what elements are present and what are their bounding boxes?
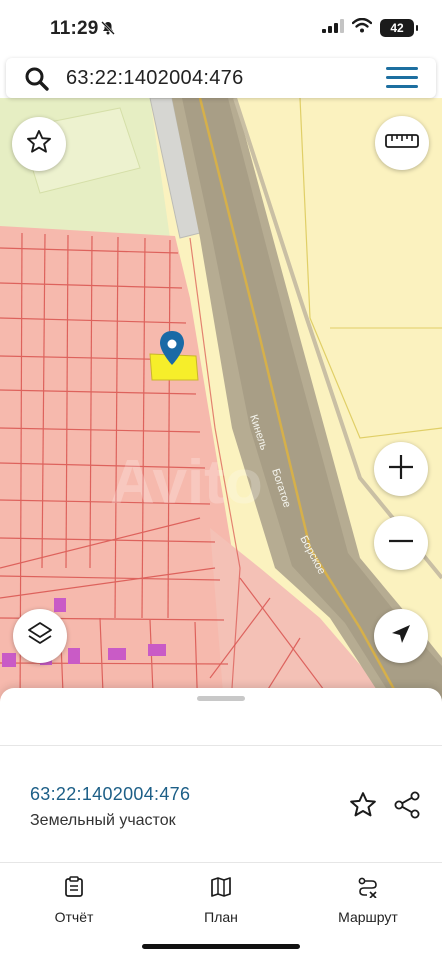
layers-icon: [26, 620, 54, 653]
sheet-divider: [0, 745, 442, 746]
layers-button[interactable]: [13, 609, 67, 663]
status-indicators: 42: [322, 17, 418, 38]
favorite-map-button[interactable]: [12, 117, 66, 171]
tab-plan[interactable]: План: [161, 876, 281, 927]
home-indicator[interactable]: [142, 944, 300, 949]
route-icon: [308, 876, 428, 903]
minus-icon: [386, 526, 416, 561]
signal-icon: [322, 18, 344, 38]
status-bar: 11:29 42: [0, 0, 442, 56]
tab-route-label: Маршрут: [338, 909, 398, 925]
status-time: 11:29: [50, 18, 99, 39]
bell-muted-icon: [100, 20, 116, 41]
zoom-in-button[interactable]: [374, 442, 428, 496]
share-button[interactable]: [392, 790, 422, 825]
watermark: Avito: [110, 448, 263, 517]
ruler-button[interactable]: [375, 116, 429, 170]
sheet-drag-handle[interactable]: [197, 696, 245, 701]
search-icon[interactable]: [24, 66, 50, 97]
search-bar[interactable]: 63:22:1402004:476: [6, 58, 436, 98]
tab-report[interactable]: Отчёт: [14, 876, 134, 927]
zoom-out-button[interactable]: [374, 516, 428, 570]
navigation-arrow-icon: [389, 622, 413, 651]
menu-icon[interactable]: [386, 67, 418, 94]
map-book-icon: [161, 876, 281, 903]
star-icon: [350, 792, 376, 817]
search-query[interactable]: 63:22:1402004:476: [66, 67, 244, 90]
my-location-button[interactable]: [374, 609, 428, 663]
tab-route[interactable]: Маршрут: [308, 876, 428, 927]
share-icon: [394, 791, 420, 819]
parcel-cadastral-number[interactable]: 63:22:1402004:476: [30, 784, 190, 805]
ruler-icon: [385, 131, 419, 156]
nav-divider: [0, 862, 442, 863]
tab-plan-label: План: [204, 909, 238, 925]
add-favorite-button[interactable]: [348, 790, 378, 825]
plus-icon: [386, 452, 416, 487]
battery-indicator: 42: [380, 19, 418, 37]
wifi-icon: [351, 17, 373, 38]
report-icon: [14, 876, 134, 903]
parcel-type: Земельный участок: [30, 812, 176, 829]
star-icon: [25, 128, 53, 161]
map-view[interactable]: Кинель Богатое Борское Avito: [0, 98, 442, 718]
tab-report-label: Отчёт: [54, 909, 94, 925]
